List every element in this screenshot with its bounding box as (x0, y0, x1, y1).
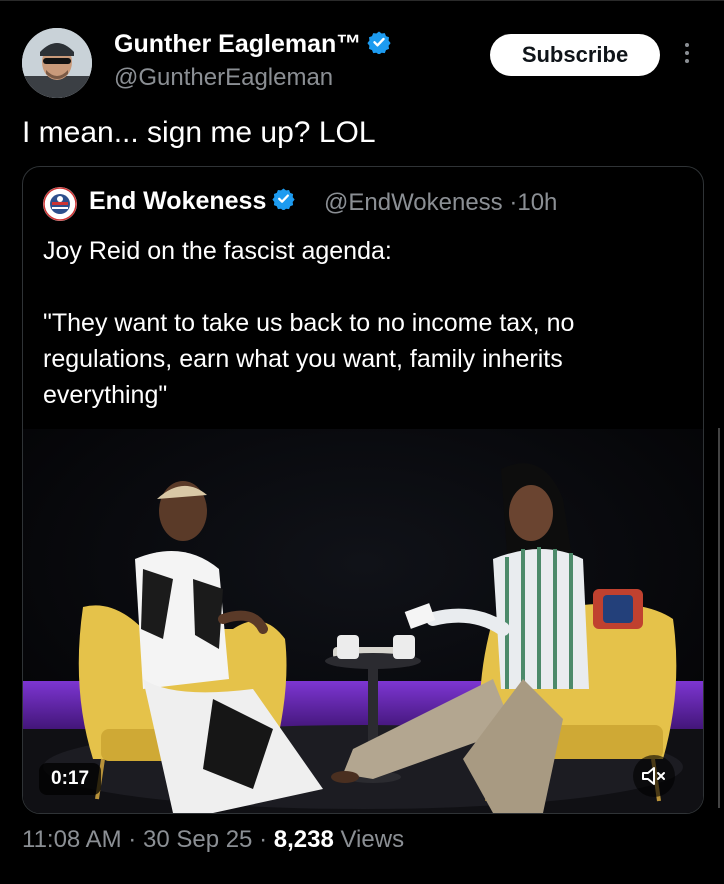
quoted-author-name[interactable]: End Wokeness (89, 187, 295, 217)
more-vertical-icon[interactable] (680, 40, 694, 70)
author-handle[interactable]: @GuntherEagleman (114, 64, 333, 92)
verified-badge-icon (367, 30, 391, 61)
meta-separator: · (259, 826, 268, 853)
quoted-author-name-text[interactable]: End Wokeness (89, 187, 266, 215)
speaker-muted-icon[interactable] (633, 755, 675, 797)
verified-badge-icon (272, 187, 295, 217)
tweet-meta: 11:08 AM · 30 Sep 25 · 8,238 Views (22, 826, 404, 854)
video-frame (23, 429, 703, 813)
author-name[interactable]: Gunther Eagleman™ (114, 30, 391, 61)
video-duration-badge: 0:17 (39, 763, 102, 795)
top-divider (0, 0, 724, 1)
quoted-author-avatar[interactable] (43, 187, 77, 221)
quoted-tweet-age[interactable]: 10h (517, 189, 557, 216)
video-player[interactable]: 0:17 (23, 429, 703, 813)
meta-separator: · (128, 826, 137, 853)
quoted-tweet-text: Joy Reid on the fascist agenda: "They wa… (43, 237, 575, 409)
tweet-time[interactable]: 11:08 AM (22, 826, 122, 853)
author-avatar[interactable] (22, 28, 92, 98)
subscribe-button[interactable]: Subscribe (490, 34, 660, 76)
quoted-author-meta: @EndWokeness ·10h (324, 189, 557, 217)
quoted-author-handle[interactable]: @EndWokeness (324, 189, 503, 216)
scrollbar[interactable] (718, 428, 720, 808)
author-name-text[interactable]: Gunther Eagleman™ (114, 30, 361, 58)
tweet-date[interactable]: 30 Sep 25 (143, 826, 252, 853)
views-label: Views (340, 826, 405, 853)
tweet-text: I mean... sign me up? LOL (22, 116, 376, 149)
views-count[interactable]: 8,238 (274, 826, 334, 853)
quoted-tweet-card[interactable]: End Wokeness @EndWokeness ·10h Joy Reid … (22, 166, 704, 814)
